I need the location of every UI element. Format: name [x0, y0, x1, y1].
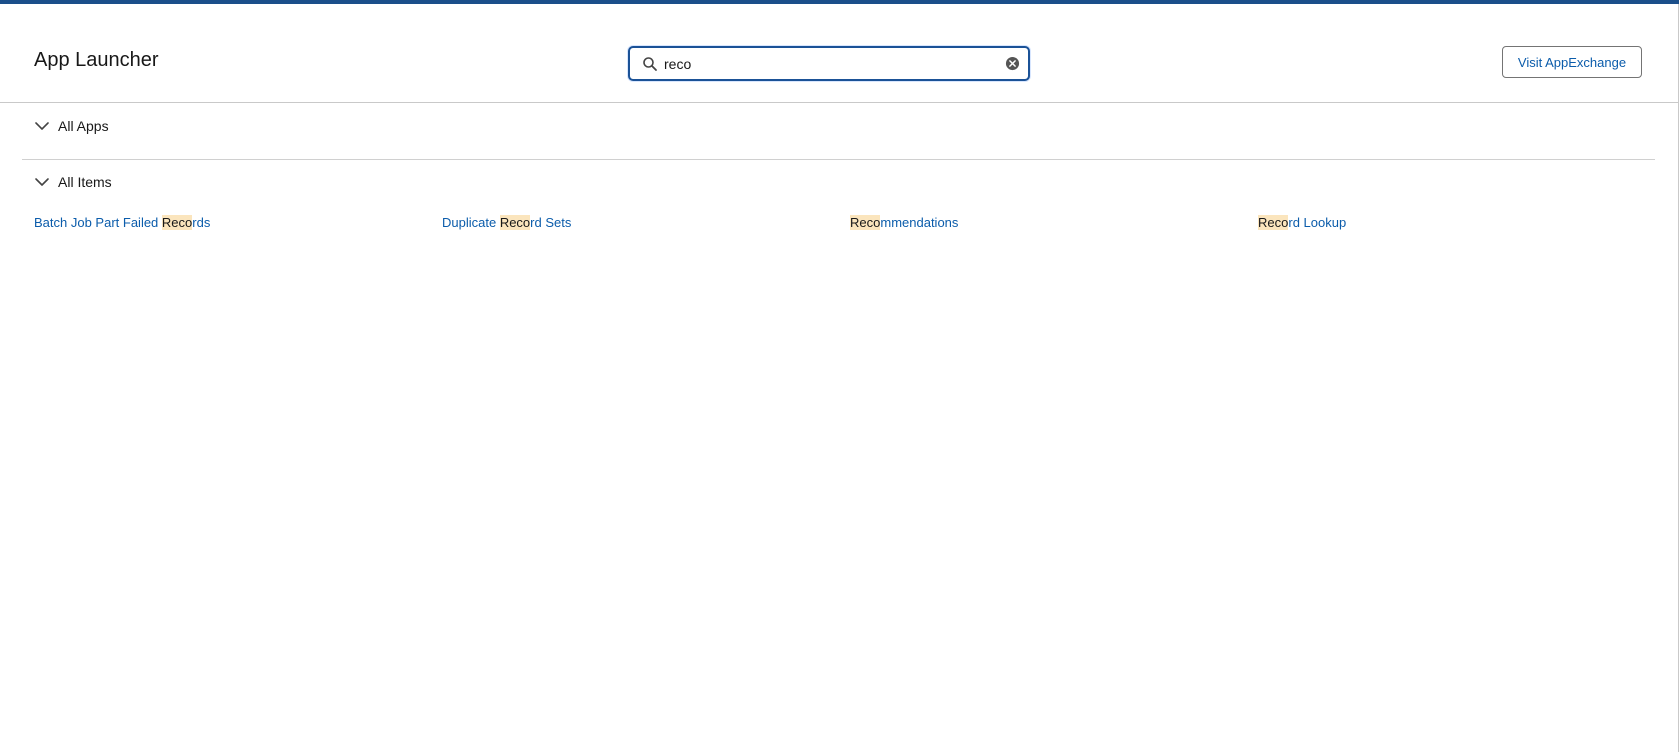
item-match-highlight: Reco — [499, 215, 531, 230]
item-text: Duplicate — [442, 215, 500, 230]
section-divider — [22, 159, 1655, 160]
chevron-down-icon — [35, 122, 49, 130]
page-title: App Launcher — [34, 49, 159, 71]
all-items-label: All Items — [58, 174, 112, 190]
item-text: rd Lookup — [1288, 215, 1347, 230]
all-apps-toggle[interactable]: All Apps — [34, 115, 109, 137]
search-box[interactable] — [628, 46, 1030, 81]
item-match-highlight: Reco — [1258, 215, 1289, 230]
item-text: Batch Job Part Failed — [34, 215, 162, 230]
all-apps-label: All Apps — [58, 118, 109, 134]
item-link-batch-job-part-failed-records[interactable]: Batch Job Part Failed Records — [34, 215, 210, 230]
item-link-duplicate-record-sets[interactable]: Duplicate Record Sets — [442, 215, 571, 230]
clear-search-icon[interactable] — [1005, 56, 1020, 71]
search-icon — [643, 57, 657, 71]
item-link-recommendations[interactable]: Recommendations — [850, 215, 958, 230]
search-input[interactable] — [662, 53, 996, 75]
item-text: mmendations — [880, 215, 959, 230]
item-match-highlight: Reco — [161, 215, 193, 230]
all-items-list: Batch Job Part Failed Records Duplicate … — [34, 215, 1654, 235]
all-items-toggle[interactable]: All Items — [34, 171, 112, 193]
visit-appexchange-button[interactable]: Visit AppExchange — [1502, 46, 1642, 78]
item-link-record-lookup[interactable]: Record Lookup — [1258, 215, 1346, 230]
chevron-down-icon — [35, 178, 49, 186]
item-text: rds — [192, 215, 211, 230]
item-text: rd Sets — [530, 215, 572, 230]
item-match-highlight: Reco — [850, 215, 881, 230]
app-launcher-header: App Launcher Visit AppExchange — [0, 4, 1679, 103]
